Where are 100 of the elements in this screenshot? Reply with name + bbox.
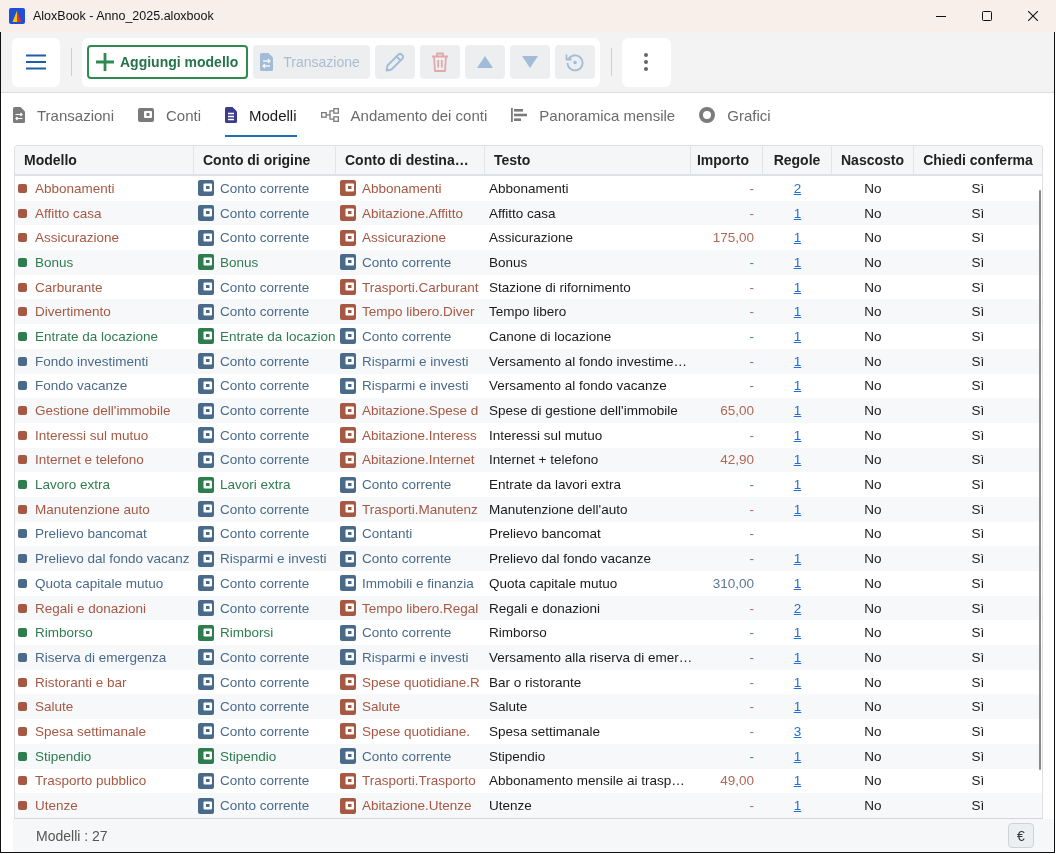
confirm-value: Sì bbox=[971, 723, 985, 739]
rules-link[interactable]: 1 bbox=[793, 477, 802, 493]
account-name: Conto corrente bbox=[362, 625, 452, 641]
account-name: Abbonamenti bbox=[362, 180, 442, 196]
account-name: Conto corrente bbox=[220, 773, 310, 789]
rules-link[interactable]: 1 bbox=[793, 773, 802, 789]
account-name: Conto corrente bbox=[362, 477, 452, 493]
template-name: Entrate da locazione bbox=[35, 328, 159, 344]
rules-link[interactable]: 1 bbox=[793, 403, 802, 419]
description-text: Entrate da lavori extra bbox=[489, 477, 622, 493]
table-row[interactable]: Internet e telefono Conto corrente Abitazione.Internet Internet + telefono 42,90 1 No Sì bbox=[15, 447, 1042, 473]
amount-text: - bbox=[749, 600, 754, 616]
table-row[interactable]: Fondo investimenti Conto corrente Risparmi e investi Versamento al fondo investime… - 1 No Sì bbox=[15, 348, 1042, 374]
table-row[interactable]: Salute Conto corrente Salute Salute - 1 No Sì bbox=[15, 694, 1042, 720]
amount-text: - bbox=[749, 501, 754, 517]
rules-link[interactable]: 1 bbox=[793, 328, 802, 344]
account-name: Conto corrente bbox=[362, 551, 452, 567]
account-name: Conto corrente bbox=[362, 748, 452, 764]
table-row[interactable]: Bonus Bonus Conto corrente Bonus - 1 No Sì bbox=[15, 250, 1042, 275]
description-text: Abbonamento mensile ai trasp… bbox=[489, 773, 685, 789]
rules-link[interactable]: 1 bbox=[793, 674, 802, 690]
rules-link[interactable]: 1 bbox=[793, 378, 802, 394]
rules-link[interactable]: 1 bbox=[793, 230, 802, 246]
add-template-button[interactable]: Aggiungi modello bbox=[87, 45, 249, 79]
account-name: Trasporti.Carburant bbox=[362, 279, 479, 295]
rules-link[interactable]: 1 bbox=[793, 427, 802, 443]
account-name: Conto corrente bbox=[220, 699, 310, 715]
template-name: Affitto casa bbox=[35, 205, 102, 221]
hidden-value: No bbox=[864, 551, 882, 567]
table-row[interactable]: Divertimento Conto corrente Tempo libero.Diver Tempo libero - 1 No Sì bbox=[15, 299, 1042, 325]
tab[interactable]: Transazioni bbox=[13, 93, 114, 137]
rules-link[interactable]: 1 bbox=[793, 748, 802, 764]
table-row[interactable]: Prelievo dal fondo vacanz Risparmi e investi Conto corrente Prelievo dal fondo vacanze - 1 No Sì bbox=[15, 546, 1042, 571]
hidden-value: No bbox=[864, 625, 882, 641]
rules-link[interactable]: 1 bbox=[793, 304, 802, 320]
description-text: Prelievo bancomat bbox=[489, 526, 601, 542]
description-text: Versamento al fondo investime… bbox=[489, 353, 688, 369]
rules-link[interactable]: 1 bbox=[793, 798, 802, 814]
account-name: Stipendio bbox=[220, 748, 277, 764]
tab[interactable]: Panoramica mensile bbox=[511, 93, 676, 137]
more-button[interactable] bbox=[621, 37, 671, 87]
column-header[interactable]: Conto di origine bbox=[194, 146, 336, 174]
rules-link[interactable]: 1 bbox=[793, 279, 802, 295]
tab[interactable]: Modelli bbox=[225, 93, 297, 137]
rules-link[interactable]: 1 bbox=[793, 254, 802, 270]
column-header[interactable]: Nascosto bbox=[832, 146, 914, 174]
confirm-value: Sì bbox=[971, 748, 985, 764]
description-text: Bar o ristorante bbox=[489, 674, 582, 690]
account-name: Conto corrente bbox=[220, 674, 310, 690]
description-text: Quota capitale mutuo bbox=[489, 575, 618, 591]
hidden-value: No bbox=[864, 477, 882, 493]
scrollbar[interactable] bbox=[1039, 190, 1041, 770]
hidden-value: No bbox=[864, 699, 882, 715]
account-name: Abitazione.Internet bbox=[362, 452, 475, 468]
hidden-value: No bbox=[864, 501, 882, 517]
rules-link[interactable]: 2 bbox=[793, 600, 802, 616]
amount-text: - bbox=[749, 427, 754, 443]
currency-button[interactable]: € bbox=[1008, 823, 1034, 848]
menu-button[interactable] bbox=[12, 37, 60, 87]
wallet-icon bbox=[138, 108, 154, 122]
column-header[interactable]: Modello bbox=[15, 146, 194, 174]
rules-link[interactable]: 1 bbox=[793, 501, 802, 517]
confirm-value: Sì bbox=[971, 526, 985, 542]
rules-link[interactable]: 1 bbox=[793, 625, 802, 641]
rules-link[interactable]: 3 bbox=[793, 723, 802, 739]
template-name: Bonus bbox=[35, 254, 74, 270]
description-text: Versamento al fondo vacanze bbox=[489, 378, 667, 394]
tab[interactable]: Conti bbox=[138, 93, 201, 137]
column-header[interactable]: Regole bbox=[763, 146, 832, 174]
column-header[interactable]: Conto di destina… bbox=[336, 146, 485, 174]
table-row[interactable]: Gestione dell'immobile Conto corrente Abitazione.Spese d Spese di gestione dell'immobile 65,00 1 No Sì bbox=[15, 398, 1042, 423]
rules-link[interactable]: 1 bbox=[793, 353, 802, 369]
rules-link[interactable]: 1 bbox=[793, 575, 802, 591]
account-name: Bonus bbox=[220, 254, 259, 270]
amount-text: - bbox=[749, 551, 754, 567]
table-row[interactable]: Stipendio Stipendio Conto corrente Stipendio - 1 No Sì bbox=[15, 743, 1042, 769]
rules-link[interactable]: 2 bbox=[793, 180, 802, 196]
confirm-value: Sì bbox=[971, 378, 985, 394]
table-row[interactable]: Manutenzione auto Conto corrente Trasporti.Manutenz Manutenzione dell'auto - 1 No Sì bbox=[15, 496, 1042, 522]
ring-icon bbox=[699, 107, 716, 123]
rules-link[interactable]: 1 bbox=[793, 649, 802, 665]
table-row[interactable]: Utenze Conto corrente Abitazione.Utenze Utenze - 1 No Sì bbox=[15, 793, 1042, 818]
description-text: Stazione di rifornimento bbox=[489, 279, 631, 295]
rules-link[interactable]: 1 bbox=[793, 699, 802, 715]
hidden-value: No bbox=[864, 378, 882, 394]
column-header[interactable]: Testo bbox=[485, 146, 691, 174]
table-row[interactable]: Regali e donazioni Conto corrente Tempo libero.Regal Regali e donazioni - 2 No Sì bbox=[15, 595, 1042, 621]
confirm-value: Sì bbox=[971, 328, 985, 344]
table-row[interactable]: Affitto casa Conto corrente Abitazione.Affitto Affitto casa - 1 No Sì bbox=[15, 200, 1042, 226]
template-name: Ristoranti e bar bbox=[35, 674, 127, 690]
amount-text: - bbox=[749, 378, 754, 394]
column-header[interactable]: Chiedi conferma bbox=[914, 146, 1042, 174]
column-header[interactable]: Importo bbox=[691, 146, 763, 174]
tab[interactable]: Andamento dei conti bbox=[320, 93, 488, 137]
table-row[interactable]: Riserva di emergenza Conto corrente Risparmi e investi Versamento alla riserva di emer… - 1 No Sì bbox=[15, 645, 1042, 670]
tab[interactable]: Grafici bbox=[699, 93, 771, 137]
rules-link[interactable]: 1 bbox=[793, 205, 802, 221]
rules-link[interactable]: 1 bbox=[793, 452, 802, 468]
account-name: Tempo libero.Diver bbox=[362, 304, 475, 320]
rules-link[interactable]: 1 bbox=[793, 551, 802, 567]
